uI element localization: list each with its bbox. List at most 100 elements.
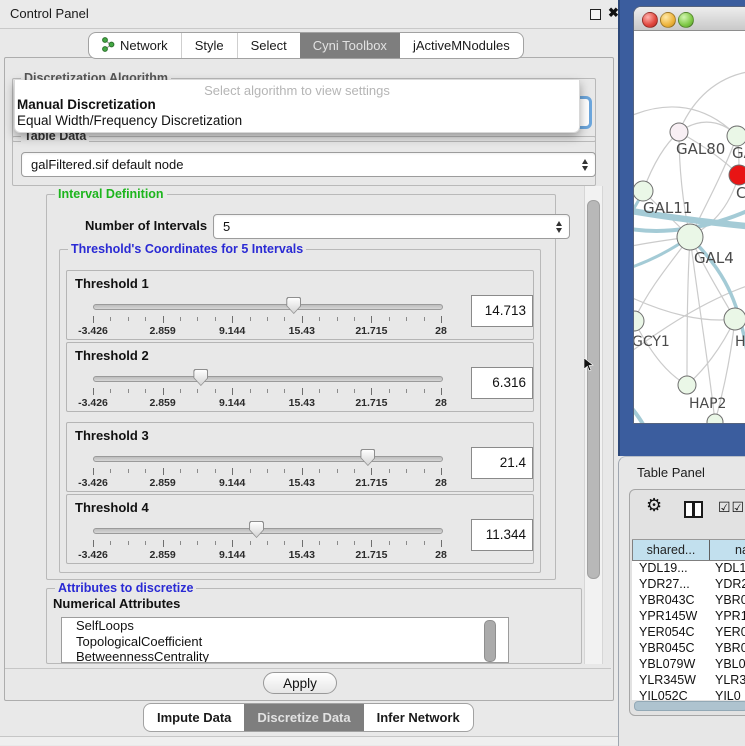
table-row[interactable]: YDR27... YDR2 [632,576,745,592]
network-node[interactable] [634,311,644,331]
cell-name[interactable]: YBR0 [715,592,745,608]
network-node[interactable] [678,376,696,394]
slider-track[interactable] [93,376,443,382]
cell-name[interactable]: YDL1 [715,560,745,576]
tick-mark [93,388,94,395]
threshold-3-value-field[interactable]: 21.4 [471,447,533,479]
tab-discretize-data[interactable]: Discretize Data [244,704,363,731]
network-edge[interactable] [687,237,690,385]
table-row[interactable]: YER054C YER0 [632,624,745,640]
table-row[interactable]: YBR043C YBR0 [632,592,745,608]
network-node[interactable] [729,165,745,185]
table-row[interactable]: YPR145W YPR1 [632,608,745,624]
node-table[interactable]: shared... na YDL19...YDL1YDR27...YDR2YBR… [632,539,745,700]
cell-shared-name[interactable]: YPR145W [639,608,697,624]
tick-mark [441,468,442,475]
close-traffic-light-icon[interactable] [642,12,658,28]
tick-mark [406,317,407,321]
tick-label: 2.859 [149,397,175,409]
table-row[interactable]: YDL19... YDL1 [632,560,745,576]
cell-name[interactable]: YDR2 [715,576,745,592]
table-row[interactable]: YLR345W YLR3 [632,672,745,688]
network-node[interactable] [634,181,653,201]
tick-mark [197,469,198,473]
tick-label: 9.144 [219,325,245,337]
threshold-4-slider[interactable]: -3.4262.8599.14415.4321.71528 [93,521,441,561]
num-intervals-combo[interactable]: 5 [213,214,570,239]
cell-name[interactable]: YLR3 [715,672,745,688]
panel-scrollbar-thumb[interactable] [587,200,600,579]
list-item[interactable]: TopologicalCoefficient [62,634,508,650]
network-svg[interactable]: GAL80GACGAL11GAL4GCY1HHAP2 [634,30,745,423]
tab-cyni-toolbox[interactable]: Cyni Toolbox [300,33,400,58]
threshold-1-slider[interactable]: -3.4262.8599.14415.4321.71528 [93,297,441,337]
dropdown-option-equal-width[interactable]: Equal Width/Frequency Discretization [17,113,242,128]
tick-mark [163,316,164,323]
slider-handle[interactable] [193,369,208,386]
cell-shared-name[interactable]: YBL079W [639,656,695,672]
network-node[interactable] [707,414,723,423]
dropdown-option-manual[interactable]: Manual Discretization [17,97,156,112]
column-layout-icon[interactable] [684,501,703,518]
slider-handle[interactable] [360,449,375,466]
tab-jactivemnodules[interactable]: jActiveMNodules [400,33,523,58]
column-header-name[interactable]: na [709,540,745,560]
network-edge[interactable] [634,291,735,320]
attributes-list[interactable]: SelfLoops TopologicalCoefficient Between… [61,617,509,663]
tab-impute-data[interactable]: Impute Data [144,704,244,731]
gear-icon[interactable]: ⚙ [646,495,662,516]
list-scrollbar[interactable] [484,620,496,662]
panel-scrollbar-track[interactable] [584,186,603,664]
threshold-4-value-field[interactable]: 11.344 [471,519,533,551]
network-edge[interactable] [634,237,690,321]
cell-shared-name[interactable]: YDL19... [639,560,688,576]
cell-shared-name[interactable]: YER054C [639,624,695,640]
network-window-titlebar[interactable] [634,7,745,31]
threshold-2-value-field[interactable]: 6.316 [471,367,533,399]
column-header-shared-name[interactable]: shared... [632,540,710,560]
table-row[interactable]: YBL079W YBL0 [632,656,745,672]
cell-name[interactable]: YBL0 [715,656,745,672]
network-edge[interactable] [687,319,735,385]
slider-track[interactable] [93,456,443,462]
list-item[interactable]: BetweennessCentrality [62,649,508,663]
apply-button[interactable]: Apply [263,672,337,694]
table-data-group: Table Data galFiltered.sif default node [12,136,596,186]
minimize-traffic-light-icon[interactable] [660,12,676,28]
cell-name[interactable]: YIL0 [715,688,741,700]
tab-select[interactable]: Select [237,33,300,58]
table-data-combo[interactable]: galFiltered.sif default node [21,152,596,177]
slider-track[interactable] [93,304,443,310]
network-edge[interactable] [634,393,644,423]
network-node[interactable] [724,308,745,330]
cell-name[interactable]: YPR1 [715,608,745,624]
control-panel-titlebar: Control Panel [0,0,618,29]
tab-style[interactable]: Style [181,33,237,58]
network-node[interactable] [677,224,703,250]
cell-shared-name[interactable]: YBR045C [639,640,695,656]
float-window-icon[interactable] [590,9,601,20]
cell-shared-name[interactable]: YDR27... [639,576,690,592]
slider-track[interactable] [93,528,443,534]
threshold-2-slider[interactable]: -3.4262.8599.14415.4321.71528 [93,369,441,409]
slider-handle[interactable] [249,521,264,538]
table-row[interactable]: YBR045C YBR0 [632,640,745,656]
threshold-1-value-field[interactable]: 14.713 [471,295,533,327]
list-item[interactable]: SelfLoops [62,618,508,634]
network-node[interactable] [727,126,745,146]
checkbox-icons[interactable]: ☑☑ [718,499,745,516]
threshold-3-slider[interactable]: -3.4262.8599.14415.4321.71528 [93,449,441,489]
cell-shared-name[interactable]: YBR043C [639,592,695,608]
network-node[interactable] [670,123,688,141]
zoom-traffic-light-icon[interactable] [678,12,694,28]
cell-name[interactable]: YER0 [715,624,745,640]
cell-name[interactable]: YBR0 [715,640,745,656]
slider-handle[interactable] [286,297,301,314]
table-horizontal-scrollbar[interactable] [634,701,745,711]
network-window[interactable]: GAL80GACGAL11GAL4GCY1HHAP2 [633,6,745,424]
cell-shared-name[interactable]: YIL052C [639,688,688,700]
table-row[interactable]: YIL052C YIL0 [632,688,745,700]
cell-shared-name[interactable]: YLR345W [639,672,696,688]
tab-network[interactable]: Network [89,33,181,58]
tab-infer-network[interactable]: Infer Network [364,704,473,731]
